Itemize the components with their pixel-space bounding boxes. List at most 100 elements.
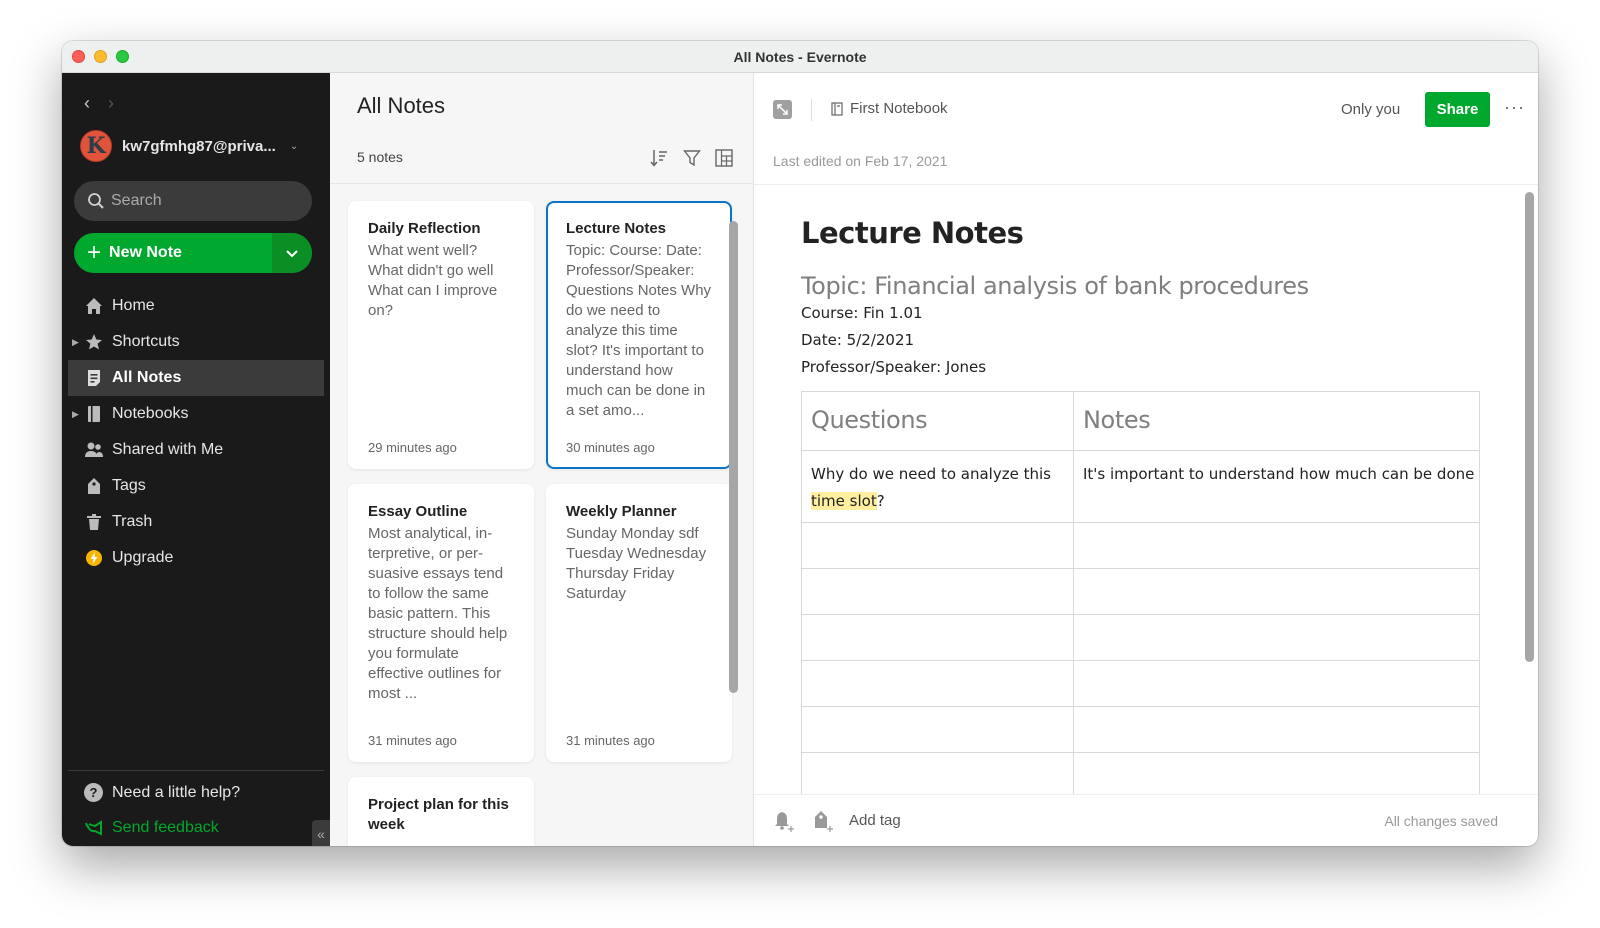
sidebar-item-label: All Notes [112, 369, 182, 386]
expand-triangle-icon[interactable]: ▶ [72, 409, 79, 420]
note-card[interactable]: Daily Reflection What went well? What di… [348, 201, 534, 469]
sharing-status[interactable]: Only you [1341, 101, 1400, 118]
search-icon [88, 193, 104, 209]
filter-icon[interactable] [683, 149, 701, 167]
sidebar-item-tags[interactable]: Tags [62, 468, 330, 504]
home-icon [84, 296, 104, 316]
collapse-sidebar-button[interactable]: « [312, 820, 330, 846]
cell-text: ? [876, 492, 885, 510]
title-bar: All Notes - Evernote [62, 41, 1538, 73]
note-card-title: Lecture Notes [566, 220, 667, 237]
cell-text: Why do we need to analyze this [811, 465, 1051, 483]
note-card-time: 31 minutes ago [368, 733, 457, 748]
expand-icon[interactable] [773, 100, 792, 119]
sidebar-divider [68, 770, 324, 771]
notebook-selector[interactable]: First Notebook [831, 100, 948, 117]
note-list-title: All Notes [357, 93, 446, 118]
note-line-date[interactable]: Date: 5/2/2021 [801, 327, 1481, 354]
table-cell[interactable] [801, 568, 1074, 615]
note-topic-heading[interactable]: Topic: Financial analysis of bank proced… [801, 272, 1481, 300]
table-cell[interactable] [801, 614, 1074, 661]
table-header-row: Questions Notes [801, 391, 1480, 451]
note-card-title: Essay Outline [368, 503, 468, 520]
sidebar-item-label: Upgrade [112, 549, 174, 566]
table-row [801, 522, 1480, 569]
back-arrow-icon[interactable]: ‹ [84, 93, 90, 114]
note-line-professor[interactable]: Professor/Speaker: Jones [801, 354, 1481, 381]
sidebar-item-upgrade[interactable]: Upgrade [62, 540, 330, 576]
table-row: Why do we need to analyze this time slot… [801, 450, 1480, 523]
table-cell[interactable] [801, 522, 1074, 569]
notes-icon [84, 368, 104, 388]
new-note-button-group: + New Note [74, 233, 312, 273]
expand-triangle-icon[interactable]: ▶ [72, 337, 79, 348]
sidebar-item-notebooks[interactable]: ▶ Notebooks [62, 396, 330, 432]
new-note-dropdown-button[interactable] [272, 233, 312, 273]
more-options-icon[interactable]: ··· [1504, 97, 1525, 118]
maximize-window-button[interactable] [116, 50, 129, 63]
note-title[interactable]: Lecture Notes [801, 216, 1481, 250]
sidebar-item-trash[interactable]: Trash [62, 504, 330, 540]
sidebar-item-all-notes[interactable]: All Notes [68, 360, 324, 396]
table-header-notes[interactable]: Notes [1073, 391, 1480, 451]
table-cell[interactable] [801, 752, 1074, 794]
account-switcher[interactable]: K kw7gfmhg87@priva... ⌄ [80, 130, 298, 162]
note-line-course[interactable]: Course: Fin 1.01 [801, 300, 1481, 327]
table-cell[interactable] [1073, 660, 1480, 707]
table-cell[interactable] [801, 660, 1074, 707]
notebook-name: First Notebook [850, 100, 948, 117]
table-cell[interactable] [1073, 752, 1480, 794]
editor-scrollbar[interactable] [1525, 192, 1534, 662]
note-card-time: 31 minutes ago [566, 733, 655, 748]
note-editor: First Notebook Only you Share ··· Last e… [754, 73, 1538, 846]
help-link[interactable]: ? Need a little help? [84, 783, 240, 802]
add-tag-icon[interactable] [813, 810, 835, 832]
note-card-snippet: Topic: Course: Date: Professor/Speaker: … [566, 242, 712, 419]
table-row [801, 568, 1480, 615]
chevron-down-icon: ⌄ [289, 140, 299, 152]
note-list-scrollbar[interactable] [729, 221, 738, 693]
sidebar-item-shared-with-me[interactable]: Shared with Me [62, 432, 330, 468]
table-cell[interactable] [801, 706, 1074, 753]
table-cell[interactable] [1073, 568, 1480, 615]
table-cell[interactable] [1073, 706, 1480, 753]
send-feedback-link[interactable]: Send feedback [84, 819, 219, 837]
table-cell[interactable] [1073, 614, 1480, 661]
sidebar-item-label: Shortcuts [112, 333, 180, 350]
note-count: 5 notes [357, 149, 403, 165]
sidebar-item-label: Trash [112, 513, 153, 530]
window-controls [72, 50, 129, 63]
table-cell-question[interactable]: Why do we need to analyze this time slot… [801, 450, 1074, 523]
notebook-icon [84, 404, 104, 424]
table-cell-note[interactable]: It's important to understand how much ca… [1073, 450, 1480, 523]
view-options-icon[interactable] [715, 149, 733, 167]
note-card-snippet: Most analytical, in-terpretive, or per-s… [368, 525, 508, 702]
minimize-window-button[interactable] [94, 50, 107, 63]
sidebar-item-home[interactable]: Home [62, 288, 330, 324]
add-tag-button[interactable]: Add tag [849, 812, 901, 829]
help-label: Need a little help? [112, 783, 241, 801]
note-card[interactable]: Lecture Notes Topic: Course: Date: Profe… [546, 201, 732, 469]
add-reminder-icon[interactable] [773, 810, 795, 832]
sidebar-item-shortcuts[interactable]: ▶ Shortcuts [62, 324, 330, 360]
search-input[interactable]: Search [74, 181, 312, 221]
header-separator [811, 99, 812, 121]
table-cell[interactable] [1073, 522, 1480, 569]
new-note-button[interactable]: + New Note [74, 233, 272, 273]
note-card-snippet: Sunday Monday sdf Tuesday Wednesday Thur… [566, 525, 707, 602]
note-content[interactable]: Lecture Notes Topic: Financial analysis … [801, 216, 1481, 794]
editor-body[interactable]: Lecture Notes Topic: Financial analysis … [754, 186, 1538, 794]
forward-arrow-icon[interactable]: › [108, 93, 114, 114]
note-card-snippet: What went well? What didn't go well What… [368, 242, 498, 319]
note-card[interactable]: Weekly Planner Sunday Monday sdf Tuesday… [546, 484, 732, 762]
close-window-button[interactable] [72, 50, 85, 63]
share-button[interactable]: Share [1425, 92, 1490, 127]
sort-icon[interactable] [649, 148, 669, 168]
note-card[interactable]: Essay Outline Most analytical, in-terpre… [348, 484, 534, 762]
save-status: All changes saved [1384, 812, 1498, 829]
note-card[interactable]: Project plan for this week [348, 777, 534, 846]
table-header-questions[interactable]: Questions [801, 391, 1074, 451]
table-row [801, 614, 1480, 661]
table-row [801, 706, 1480, 753]
note-card-title: Project plan for this week [368, 796, 509, 833]
